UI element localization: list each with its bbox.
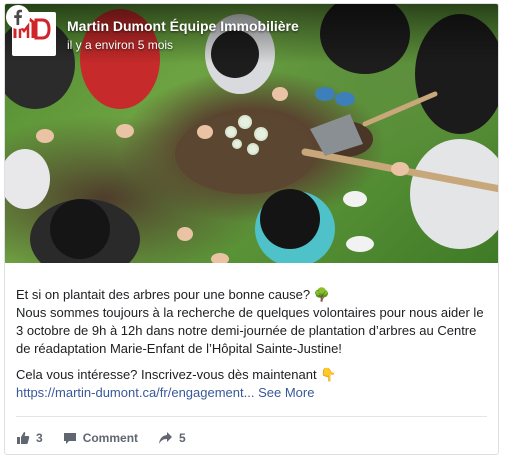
post-line-1: Et si on plantait des arbres pour une bo… (16, 287, 330, 302)
post-cta: Cela vous intéresse? Inscrivez-vous dès … (16, 367, 337, 382)
post-link[interactable]: https://martin-dumont.ca/fr/engagement..… (16, 385, 254, 400)
page-name[interactable]: Martin Dumont Équipe Immobilière (67, 18, 299, 34)
share-button[interactable]: 5 (158, 431, 186, 445)
comment-label: Comment (82, 431, 139, 445)
share-count: 5 (179, 431, 186, 445)
see-more-link[interactable]: See More (258, 385, 314, 400)
comment-icon (63, 433, 76, 444)
post-actions: 3 Comment 5 (16, 428, 206, 448)
facebook-icon[interactable] (5, 4, 31, 30)
post-photo[interactable]: Martin Dumont Équipe Immobilière il y a … (5, 4, 498, 263)
divider (16, 416, 487, 417)
post-line-3: Cela vous intéresse? Inscrivez-vous dès … (16, 366, 491, 402)
post-text: Et si on plantait des arbres pour une bo… (16, 286, 491, 402)
share-icon (159, 432, 173, 444)
like-count: 3 (36, 431, 43, 445)
comment-button[interactable]: Comment (63, 431, 138, 445)
photo-header-overlay (5, 4, 498, 64)
thumbs-up-icon (17, 432, 30, 444)
post-line-2: Nous sommes toujours à la recherche de q… (16, 305, 484, 356)
like-button[interactable]: 3 (16, 431, 43, 445)
post-card: Martin Dumont Équipe Immobilière il y a … (4, 3, 499, 455)
post-timestamp[interactable]: il y a environ 5 mois (67, 38, 173, 52)
